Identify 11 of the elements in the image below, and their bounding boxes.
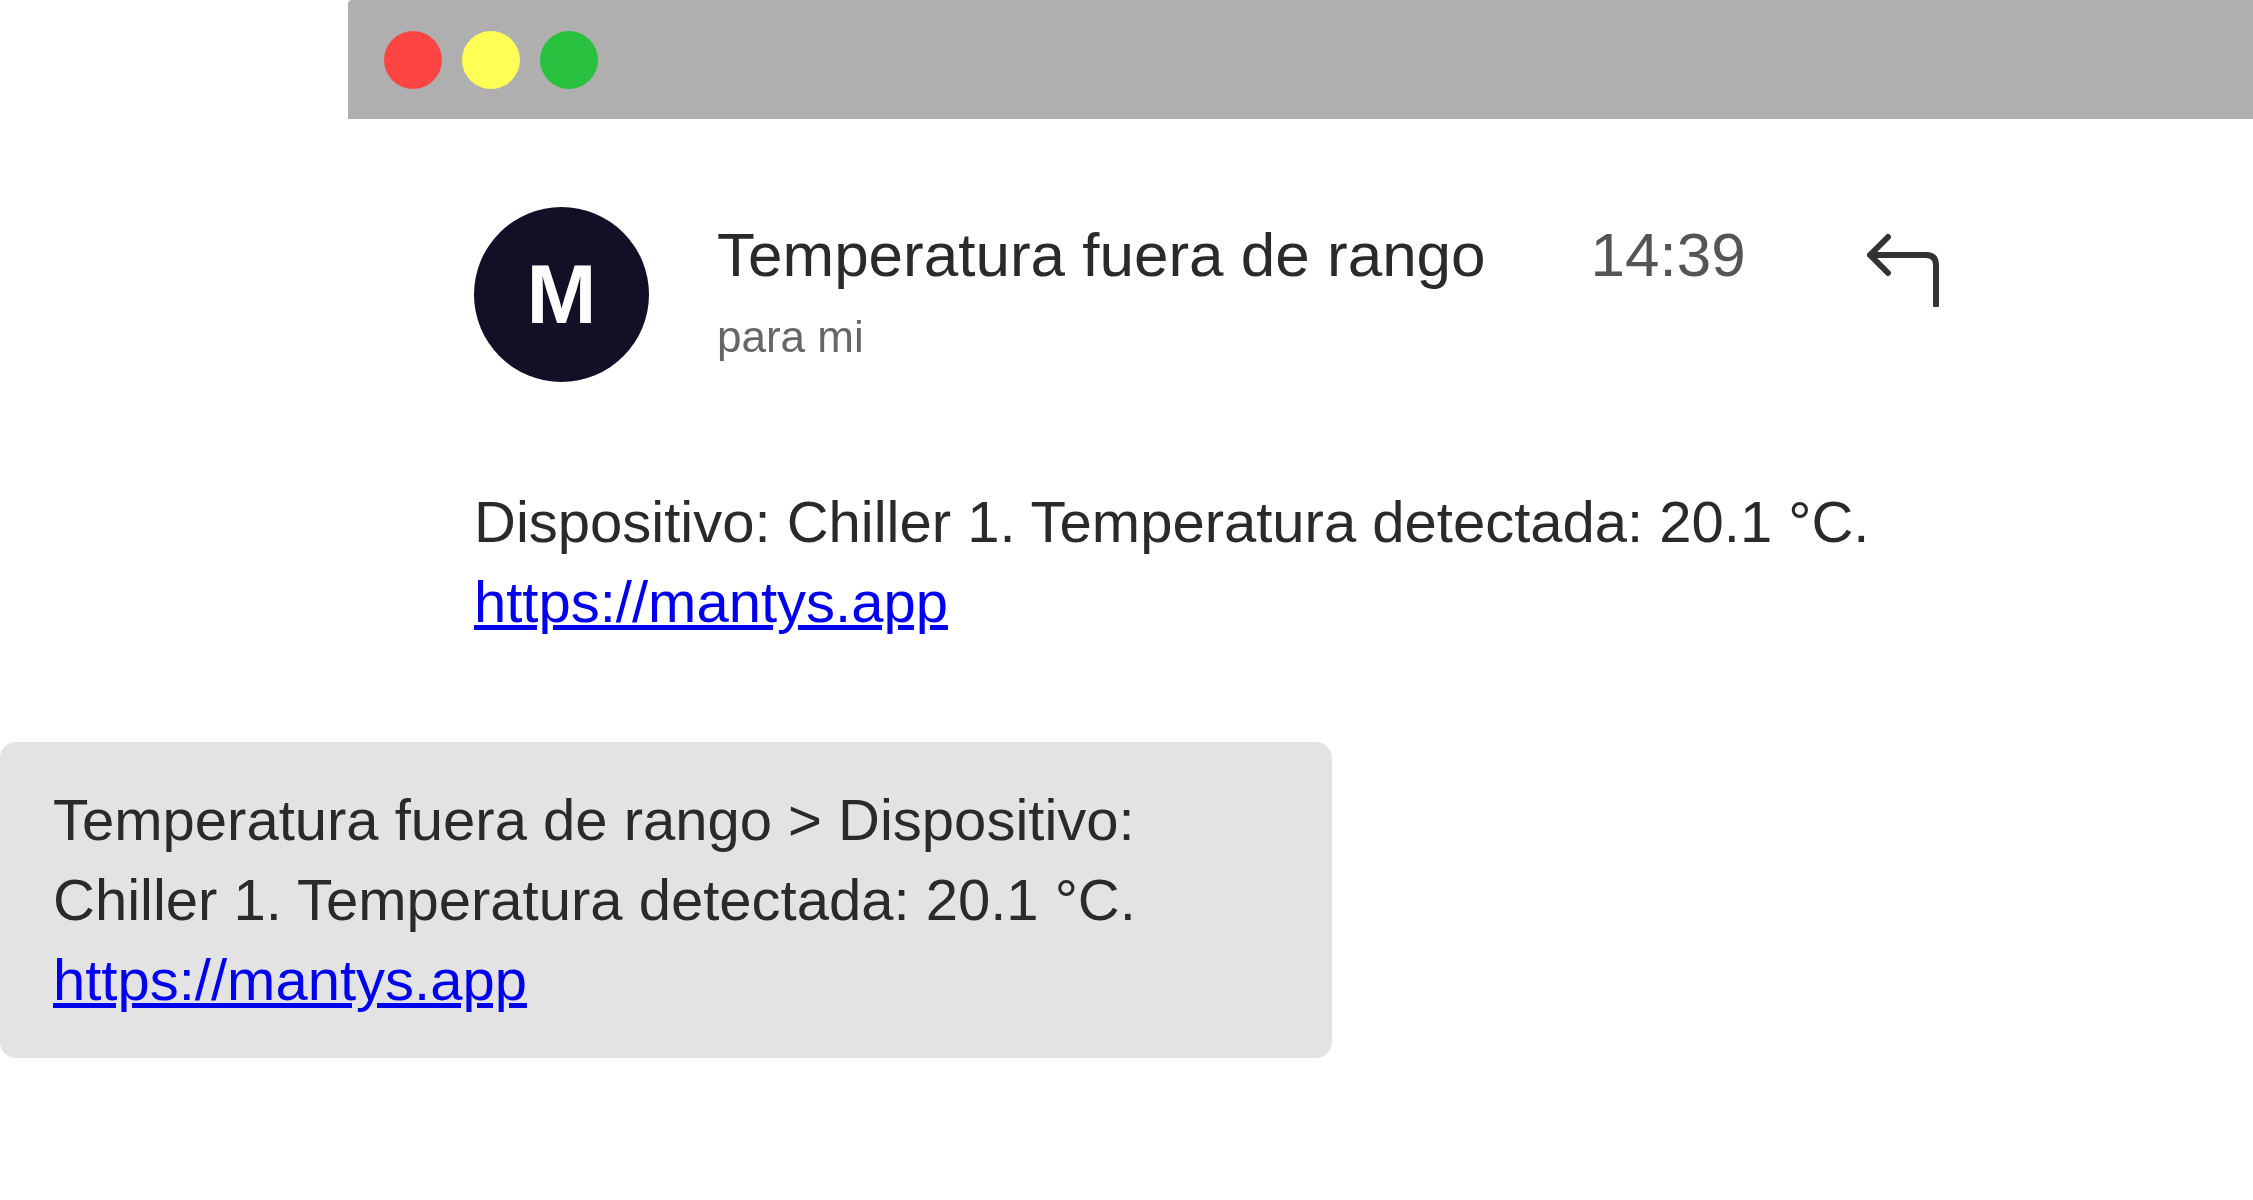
recipient-label: para mi	[717, 312, 865, 362]
email-subject: Temperatura fuera de rango	[717, 219, 1486, 290]
email-body: Dispositivo: Chiller 1. Temperatura detectada: 20.1 °C. https://mantys.app	[474, 488, 1871, 636]
window-control[interactable]	[462, 30, 520, 89]
notification-text: Temperatura fuera de rango > Dispositivo: Chiller 1. Temperatura detectada: 20.1 °C. https://mantys.app	[53, 786, 1137, 1014]
link[interactable]: https://mantys.app	[474, 569, 948, 634]
email-time: 14:39	[1590, 219, 1746, 290]
window-control[interactable]	[384, 30, 442, 89]
avatar: M	[474, 207, 649, 382]
link[interactable]: https://mantys.app	[53, 947, 527, 1012]
window-control[interactable]	[540, 30, 598, 89]
